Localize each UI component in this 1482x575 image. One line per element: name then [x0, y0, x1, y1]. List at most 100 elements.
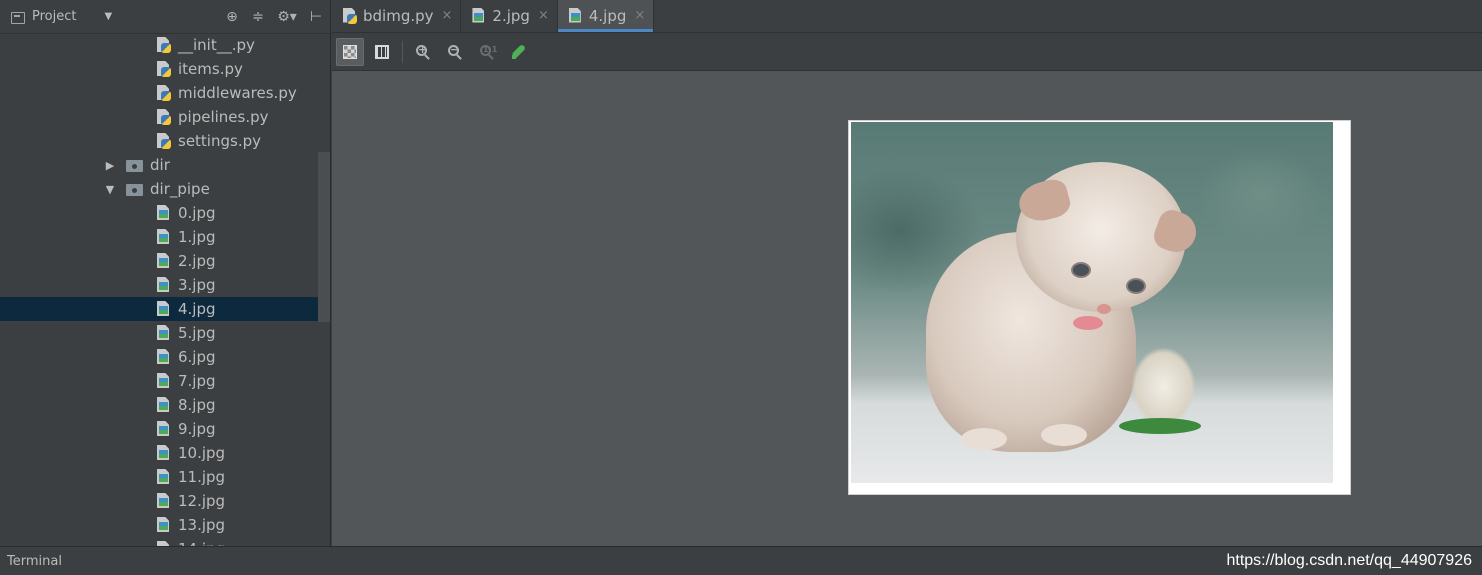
editor-area: bdimg.py × 2.jpg × 4.jpg × + − 1:1	[332, 0, 1482, 546]
image-canvas	[332, 71, 1482, 546]
image-file-icon	[156, 468, 172, 486]
zoom-out-button[interactable]: −	[441, 38, 469, 66]
image-file-icon	[156, 444, 172, 462]
image-file-icon	[156, 492, 172, 510]
tree-file-item[interactable]: middlewares.py	[0, 81, 318, 105]
tree-file-item[interactable]: 8.jpg	[0, 393, 318, 417]
project-tree: __init__.py items.py middlewares.py pipelin…	[0, 33, 330, 546]
tree-file-item[interactable]: 0.jpg	[0, 201, 318, 225]
tree-file-item[interactable]: 5.jpg	[0, 321, 318, 345]
tree-file-item[interactable]: 2.jpg	[0, 249, 318, 273]
tree-file-item[interactable]: items.py	[0, 57, 318, 81]
tree-folder-dir[interactable]: ▶ dir	[0, 153, 318, 177]
tree-file-item[interactable]: 13.jpg	[0, 513, 318, 537]
collapsed-arrow-icon[interactable]: ▶	[104, 159, 116, 172]
expanded-arrow-icon[interactable]: ▼	[104, 183, 116, 196]
kitten-photo	[851, 122, 1333, 483]
python-file-icon	[342, 7, 358, 25]
image-file-icon	[156, 372, 172, 390]
tree-scrollbar-thumb[interactable]	[318, 152, 330, 322]
tree-item-label: 1.jpg	[178, 228, 216, 246]
tab-label: bdimg.py	[363, 6, 434, 25]
tree-item-label: 0.jpg	[178, 204, 216, 222]
project-icon	[10, 10, 26, 24]
project-panel-title[interactable]: Project	[32, 9, 76, 24]
tree-file-item[interactable]: 4.jpg	[0, 297, 318, 321]
project-tool-window: Project ▼ ⊕ ≑ ⚙▾ ⊢ __init__.py items.py mi…	[0, 0, 331, 546]
grid-icon	[375, 44, 389, 59]
tree-file-item[interactable]: 9.jpg	[0, 417, 318, 441]
color-picker-button[interactable]	[505, 38, 533, 66]
chessboard-icon	[343, 44, 357, 59]
zoom-in-icon: +	[415, 43, 431, 60]
tree-item-label: pipelines.py	[178, 108, 269, 126]
gear-icon[interactable]: ⚙▾	[276, 9, 298, 25]
editor-tab-bar: bdimg.py × 2.jpg × 4.jpg ×	[332, 0, 1482, 33]
tree-item-label: 8.jpg	[178, 396, 216, 414]
tree-file-item[interactable]: 1.jpg	[0, 225, 318, 249]
close-icon[interactable]: ×	[634, 8, 645, 23]
tree-file-item[interactable]: settings.py	[0, 129, 318, 153]
tree-item-label: middlewares.py	[178, 84, 297, 102]
project-panel-header: Project ▼ ⊕ ≑ ⚙▾ ⊢	[0, 0, 330, 34]
eyedropper-icon	[511, 44, 527, 60]
grid-toggle-button[interactable]	[368, 38, 396, 66]
zoom-out-icon: −	[447, 43, 463, 60]
tree-item-label: 2.jpg	[178, 252, 216, 270]
tree-item-label: 7.jpg	[178, 372, 216, 390]
python-file-icon	[156, 84, 172, 102]
tab-label: 2.jpg	[492, 6, 530, 25]
tree-file-item[interactable]: 6.jpg	[0, 345, 318, 369]
chevron-down-icon[interactable]: ▼	[104, 11, 112, 22]
tree-item-label: 5.jpg	[178, 324, 216, 342]
python-file-icon	[156, 60, 172, 78]
python-file-icon	[156, 108, 172, 126]
chessboard-toggle-button[interactable]	[336, 37, 364, 66]
tree-file-item[interactable]: __init__.py	[0, 33, 318, 57]
watermark-url: https://blog.csdn.net/qq_44907926	[1226, 552, 1472, 569]
folder-icon	[126, 158, 144, 172]
editor-tab-2-jpg[interactable]: 2.jpg ×	[461, 0, 558, 32]
image-file-icon	[156, 300, 172, 318]
tab-label: 4.jpg	[588, 6, 627, 25]
image-file-icon	[471, 7, 487, 25]
tree-file-item[interactable]: 7.jpg	[0, 369, 318, 393]
bottom-status-bar: Terminal https://blog.csdn.net/qq_449079…	[0, 546, 1482, 575]
tree-item-label: 4.jpg	[178, 300, 216, 318]
python-file-icon	[156, 36, 172, 54]
python-file-icon	[156, 132, 172, 150]
terminal-tab[interactable]: Terminal	[7, 554, 62, 569]
tree-item-label: 11.jpg	[178, 468, 226, 486]
tree-item-label: dir	[150, 156, 170, 174]
tree-file-item[interactable]: 12.jpg	[0, 489, 318, 513]
tree-file-item[interactable]: pipelines.py	[0, 105, 318, 129]
hide-panel-icon[interactable]: ⊢	[308, 9, 324, 25]
folder-icon	[126, 182, 144, 196]
editor-tab-4-jpg[interactable]: 4.jpg ×	[557, 0, 655, 32]
tree-item-label: 13.jpg	[178, 516, 226, 534]
image-file-icon	[156, 324, 172, 342]
image-file-icon	[156, 516, 172, 534]
tree-item-label: 12.jpg	[178, 492, 226, 510]
tree-file-item[interactable]: 10.jpg	[0, 441, 318, 465]
tree-item-label: 9.jpg	[178, 420, 216, 438]
zoom-in-button[interactable]: +	[409, 38, 437, 66]
editor-tab-bdimg-py[interactable]: bdimg.py ×	[332, 0, 462, 32]
close-icon[interactable]: ×	[442, 8, 453, 23]
locate-icon[interactable]: ⊕	[224, 9, 240, 25]
tree-item-label: 10.jpg	[178, 444, 226, 462]
tree-file-item[interactable]: 3.jpg	[0, 273, 318, 297]
tree-item-label: __init__.py	[178, 36, 255, 54]
image-file-icon	[156, 396, 172, 414]
collapse-all-icon[interactable]: ≑	[250, 9, 266, 25]
close-icon[interactable]: ×	[538, 8, 549, 23]
image-file-icon	[156, 252, 172, 270]
image-frame	[848, 120, 1351, 495]
image-file-icon	[156, 204, 172, 222]
tree-item-label: settings.py	[178, 132, 261, 150]
image-viewer-toolbar: + − 1:1	[332, 33, 1482, 71]
actual-size-button[interactable]: 1:1	[473, 38, 501, 66]
tree-file-item[interactable]: 11.jpg	[0, 465, 318, 489]
tree-file-item[interactable]: 14.jpg	[0, 537, 318, 546]
tree-folder-dir-pipe[interactable]: ▼ dir_pipe	[0, 177, 318, 201]
